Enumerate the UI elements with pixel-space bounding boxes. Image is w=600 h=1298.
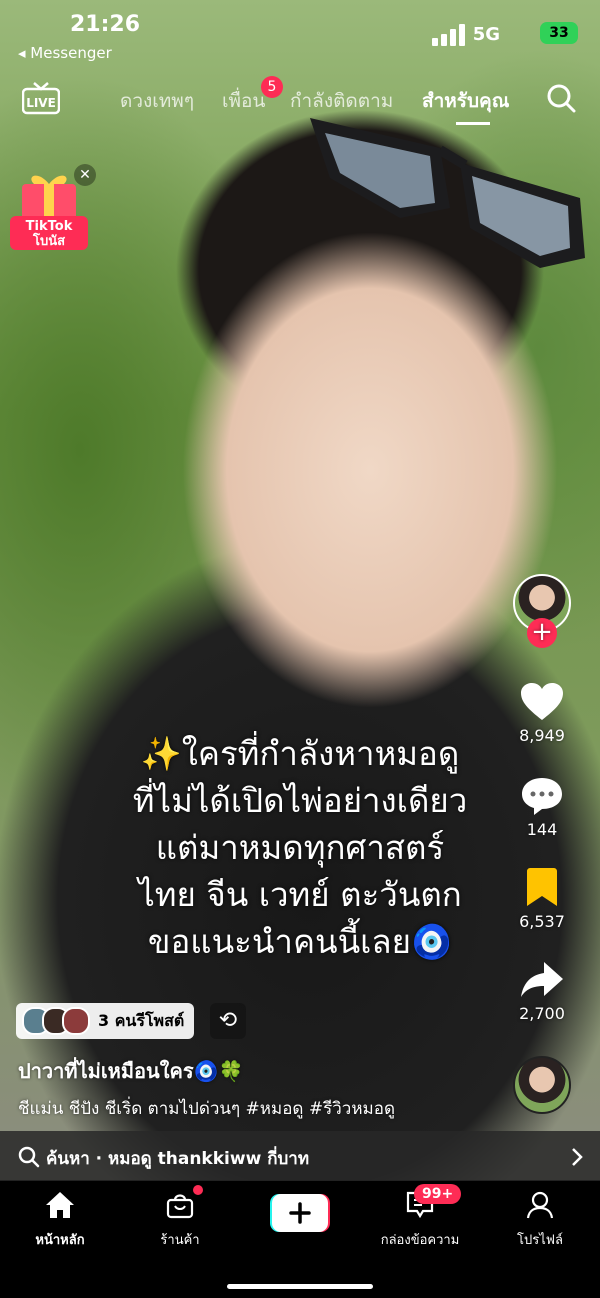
- battery-indicator: 33: [540, 22, 578, 44]
- video-caption-overlay: ✨ใครที่กำลังหาหมอดู ที่ไม่ได้เปิดไพ่อย่า…: [60, 730, 540, 965]
- live-label: LIVE: [26, 96, 56, 110]
- search-icon: [18, 1146, 40, 1168]
- shop-notification-dot: [193, 1185, 203, 1195]
- comment-icon[interactable]: [520, 776, 564, 816]
- chevron-right-icon: [572, 1148, 583, 1166]
- signal-icon: [432, 24, 465, 46]
- clock: 21:26: [70, 12, 141, 37]
- tab-home-label: หน้าหลัก: [35, 1233, 85, 1248]
- caption-line: ไทย จีน เวทย์ ตะวันตก: [138, 875, 462, 914]
- tab-shop[interactable]: ร้านค้า: [120, 1191, 240, 1250]
- friends-badge: 5: [261, 76, 283, 98]
- create-button[interactable]: [270, 1194, 330, 1232]
- home-icon: [46, 1192, 74, 1218]
- caption-line: ✨ใครที่กำลังหาหมอดู: [140, 734, 460, 773]
- repost-icon[interactable]: ⟲: [210, 1003, 246, 1039]
- tab-inbox-label: กล่องข้อความ: [380, 1233, 460, 1248]
- back-to-app-link[interactable]: ◂ Messenger: [18, 44, 112, 62]
- inbox-badge: 99+: [414, 1184, 462, 1204]
- share-icon[interactable]: [520, 960, 564, 1000]
- heart-icon[interactable]: [520, 682, 564, 722]
- save-count: 6,537: [519, 912, 565, 931]
- shopping-bag-icon: [166, 1194, 194, 1219]
- caption-line: ขอแนะนำคนนี้เลย🧿: [147, 922, 453, 961]
- promo-label-bottom: โบนัส: [32, 232, 65, 249]
- sunglasses-image: [310, 118, 585, 268]
- bookmark-icon[interactable]: [525, 868, 559, 908]
- close-icon[interactable]: ✕: [74, 164, 96, 186]
- follow-button[interactable]: +: [527, 618, 557, 648]
- repost-label: 3 คนรีโพสต์: [98, 1010, 185, 1030]
- related-search-bar[interactable]: ค้นหา · หมอดู thankkiww กี่บาท: [0, 1131, 600, 1181]
- tab-for-you[interactable]: สำหรับคุณ: [422, 86, 509, 116]
- promo-label-top: TikTok: [26, 219, 73, 234]
- top-nav: LIVE ดวงเทพๆ เพื่อน กำลังติดตาม สำหรับคุ…: [0, 80, 600, 120]
- tab-fortune[interactable]: ดวงเทพๆ: [120, 86, 194, 116]
- caption-line: แต่มาหมดทุกศาสตร์: [155, 828, 445, 867]
- like-count: 8,949: [519, 726, 565, 745]
- tab-friends[interactable]: เพื่อน: [222, 86, 265, 116]
- repost-avatar: [62, 1007, 90, 1035]
- tab-following[interactable]: กำลังติดตาม: [290, 86, 393, 116]
- status-bar: 21:26 ◂ Messenger 5G 33: [0, 0, 600, 62]
- caption-line: ที่ไม่ได้เปิดไพ่อย่างเดียว: [132, 781, 468, 820]
- active-tab-indicator: [456, 122, 490, 125]
- tab-profile-label: โปรไฟล์: [517, 1233, 563, 1248]
- sound-avatar[interactable]: [513, 1056, 571, 1114]
- related-search-text: ค้นหา · หมอดู thankkiww กี่บาท: [46, 1149, 310, 1169]
- home-indicator: [227, 1284, 373, 1289]
- repost-chip[interactable]: 3 คนรีโพสต์: [16, 1003, 195, 1039]
- search-icon[interactable]: [546, 83, 576, 113]
- author-name[interactable]: ปาวาที่ไม่เหมือนใคร🧿🍀: [18, 1055, 243, 1087]
- share-count: 2,700: [519, 1004, 565, 1023]
- tab-home[interactable]: หน้าหลัก: [0, 1191, 120, 1250]
- tab-profile[interactable]: โปรไฟล์: [480, 1191, 600, 1250]
- video-description[interactable]: ชีแม่น ชีปัง ชีเริ่ด ตามไปด่วนๆ #หมอดู #…: [18, 1095, 395, 1122]
- profile-icon: [526, 1191, 554, 1219]
- bottom-tab-bar: หน้าหลัก ร้านค้า กล่องข้อความ 99+ โปรไฟล…: [0, 1181, 600, 1298]
- comment-count: 144: [526, 820, 558, 839]
- tab-shop-label: ร้านค้า: [160, 1233, 200, 1248]
- live-icon[interactable]: LIVE: [22, 82, 60, 116]
- network-type: 5G: [472, 24, 500, 45]
